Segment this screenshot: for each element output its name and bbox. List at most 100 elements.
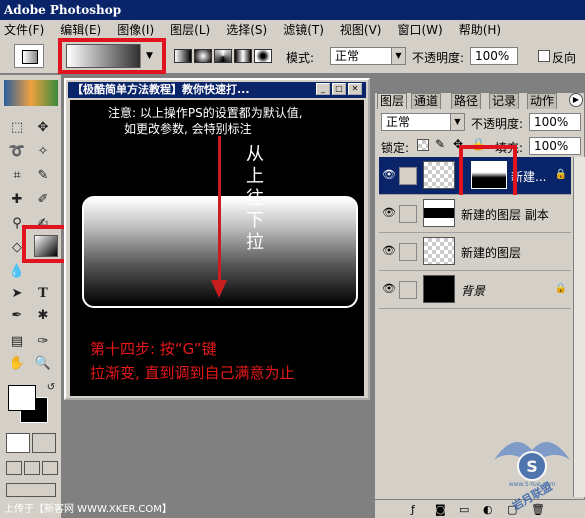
crop-tool-icon[interactable]: ⌗ [6, 165, 28, 187]
notes-tool-icon[interactable]: ▤ [6, 331, 28, 353]
arrow-down-icon [211, 280, 227, 298]
menu-view[interactable]: 视图(V) [340, 21, 382, 38]
mode-label: 模式: [286, 51, 315, 65]
jump-to-imageready-icon[interactable] [6, 483, 56, 497]
vertical-char: 上 [246, 166, 264, 187]
tab-channels[interactable]: 通道 [411, 93, 442, 109]
eye-icon[interactable]: 👁 [382, 282, 396, 295]
layer-row[interactable]: 👁 新建的图层 [379, 233, 571, 271]
mode-select[interactable]: 正常 ▼ [330, 47, 406, 65]
menu-select[interactable]: 选择(S) [226, 21, 267, 38]
maximize-button[interactable]: □ [332, 83, 346, 95]
lock-label: 锁定: [381, 141, 410, 155]
healing-brush-tool-icon[interactable]: ✚ [6, 189, 28, 211]
brush-tool-icon[interactable]: ✐ [32, 189, 54, 211]
step-text-line-2: 拉渐变, 直到调到自己满意为止 [90, 364, 295, 382]
panel-title-bar [375, 79, 585, 93]
layer-link-box[interactable] [399, 281, 417, 299]
menu-file[interactable]: 文件(F) [4, 21, 44, 38]
hand-tool-icon[interactable]: ✋ [6, 353, 28, 375]
opacity-input[interactable]: 100% [470, 47, 518, 65]
screen-mode-full-menu-icon[interactable] [24, 461, 40, 475]
layer-opacity-label: 不透明度: [471, 117, 524, 131]
reflected-gradient-icon[interactable] [234, 49, 252, 63]
svg-text:S: S [526, 457, 538, 476]
custom-shape-tool-icon[interactable]: ✱ [32, 305, 54, 327]
menu-window[interactable]: 窗口(W) [397, 21, 442, 38]
panel-tabs: 图层 通道 路径 记录 动作 ▶ [377, 93, 585, 109]
tab-paths[interactable]: 路径 [451, 93, 482, 109]
vertical-char: 下 [246, 210, 264, 231]
quick-mask-mode-icon[interactable] [32, 433, 56, 453]
document-canvas[interactable]: 注意: 以上操作PS的设置都为默认值, 如更改参数, 会特别标注 从 上 往 下… [70, 100, 364, 396]
document-window: 【极酷简单方法教程】教你快速打... _ □ ✕ 注意: 以上操作PS的设置都为… [64, 78, 370, 400]
eye-icon[interactable]: 👁 [382, 168, 396, 181]
move-tool-icon[interactable]: ✥ [32, 117, 54, 139]
vertical-char: 从 [246, 144, 264, 165]
layer-row[interactable]: 👁 新建的图层 副本 [379, 195, 571, 233]
watermark-logo-url: www.S-Yue.com [509, 481, 556, 488]
tab-history[interactable]: 记录 [489, 93, 520, 109]
eye-icon[interactable]: 👁 [382, 244, 396, 257]
blend-mode-select[interactable]: 正常 ▼ [381, 113, 465, 131]
lock-icon: 🔒 [554, 283, 567, 294]
lock-brush-icon[interactable]: ✎ [435, 137, 445, 151]
layer-mask-link-icon[interactable] [399, 167, 417, 185]
menu-layer[interactable]: 图层(L) [170, 21, 210, 38]
highlight-box-gradient-tool [22, 225, 68, 263]
add-mask-icon[interactable]: ◙ [435, 503, 446, 516]
lock-transparency-icon[interactable] [417, 139, 429, 151]
slice-tool-icon[interactable]: ✎ [32, 165, 54, 187]
tab-actions[interactable]: 动作 [527, 93, 558, 109]
toolbox: ⬚ ✥ ➰ ✧ ⌗ ✎ ✚ ✐ ⚲ ✍ ◇ 💧 ➤ T ✒ ✱ ▤ ✑ ✋ 🔍 … [0, 75, 68, 518]
blend-mode-value: 正常 [386, 115, 411, 129]
eyedropper-tool-icon[interactable]: ✑ [32, 331, 54, 353]
menu-filter[interactable]: 滤镜(T) [283, 21, 324, 38]
radial-gradient-icon[interactable] [194, 49, 212, 63]
tool-preset-picker[interactable] [14, 44, 44, 68]
layer-link-box[interactable] [399, 243, 417, 261]
minimize-button[interactable]: _ [316, 83, 330, 95]
menu-edit[interactable]: 编辑(E) [60, 21, 101, 38]
layer-opacity-input[interactable]: 100% [529, 113, 581, 131]
tab-layers[interactable]: 图层 [377, 93, 408, 109]
menu-image[interactable]: 图像(I) [117, 21, 154, 38]
path-selection-tool-icon[interactable]: ➤ [6, 283, 28, 305]
reverse-checkbox[interactable] [538, 50, 550, 62]
fill-input[interactable]: 100% [529, 137, 581, 155]
fill-value: 100% [534, 139, 569, 153]
layer-name: 新建的图层 副本 [461, 208, 549, 222]
lock-icon: 🔒 [554, 169, 567, 180]
layer-style-icon[interactable]: ƒ [411, 503, 415, 516]
linear-gradient-icon[interactable] [174, 49, 192, 63]
standard-mode-icon[interactable] [6, 433, 30, 453]
layer-row[interactable]: 👁 背景 🔒 [379, 271, 571, 309]
new-set-icon[interactable]: ▭ [459, 503, 469, 516]
blur-tool-icon[interactable]: 💧 [6, 261, 28, 283]
close-button[interactable]: ✕ [348, 83, 362, 95]
vertical-char: 往 [246, 188, 264, 209]
panel-menu-icon[interactable]: ▶ [569, 93, 583, 107]
lasso-tool-icon[interactable]: ➰ [6, 141, 28, 163]
swap-colors-icon[interactable]: ↺ [40, 377, 62, 399]
magic-wand-tool-icon[interactable]: ✧ [32, 141, 54, 163]
zoom-tool-icon[interactable]: 🔍 [32, 353, 54, 375]
watermark-bottom-left: 上传于【新客网 WWW.XKER.COM】 [4, 504, 172, 515]
marquee-tool-icon[interactable]: ⬚ [6, 117, 28, 139]
menu-bar: 文件(F) 编辑(E) 图像(I) 图层(L) 选择(S) 滤镜(T) 视图(V… [0, 20, 585, 38]
app-title-bar: Adobe Photoshop [0, 0, 585, 20]
diamond-gradient-icon[interactable] [254, 49, 272, 63]
opacity-value: 100% [475, 49, 510, 63]
layer-link-box[interactable] [399, 205, 417, 223]
angle-gradient-icon[interactable] [214, 49, 232, 63]
layer-thumbnail [423, 237, 455, 265]
foreground-color-swatch[interactable] [8, 385, 36, 411]
screen-mode-standard-icon[interactable] [6, 461, 22, 475]
layer-thumbnail [423, 161, 455, 189]
menu-help[interactable]: 帮助(H) [459, 21, 501, 38]
pen-tool-icon[interactable]: ✒ [6, 305, 28, 327]
eye-icon[interactable]: 👁 [382, 206, 396, 219]
vertical-char: 拉 [246, 232, 264, 253]
type-tool-icon[interactable]: T [32, 283, 54, 305]
screen-mode-full-icon[interactable] [42, 461, 58, 475]
